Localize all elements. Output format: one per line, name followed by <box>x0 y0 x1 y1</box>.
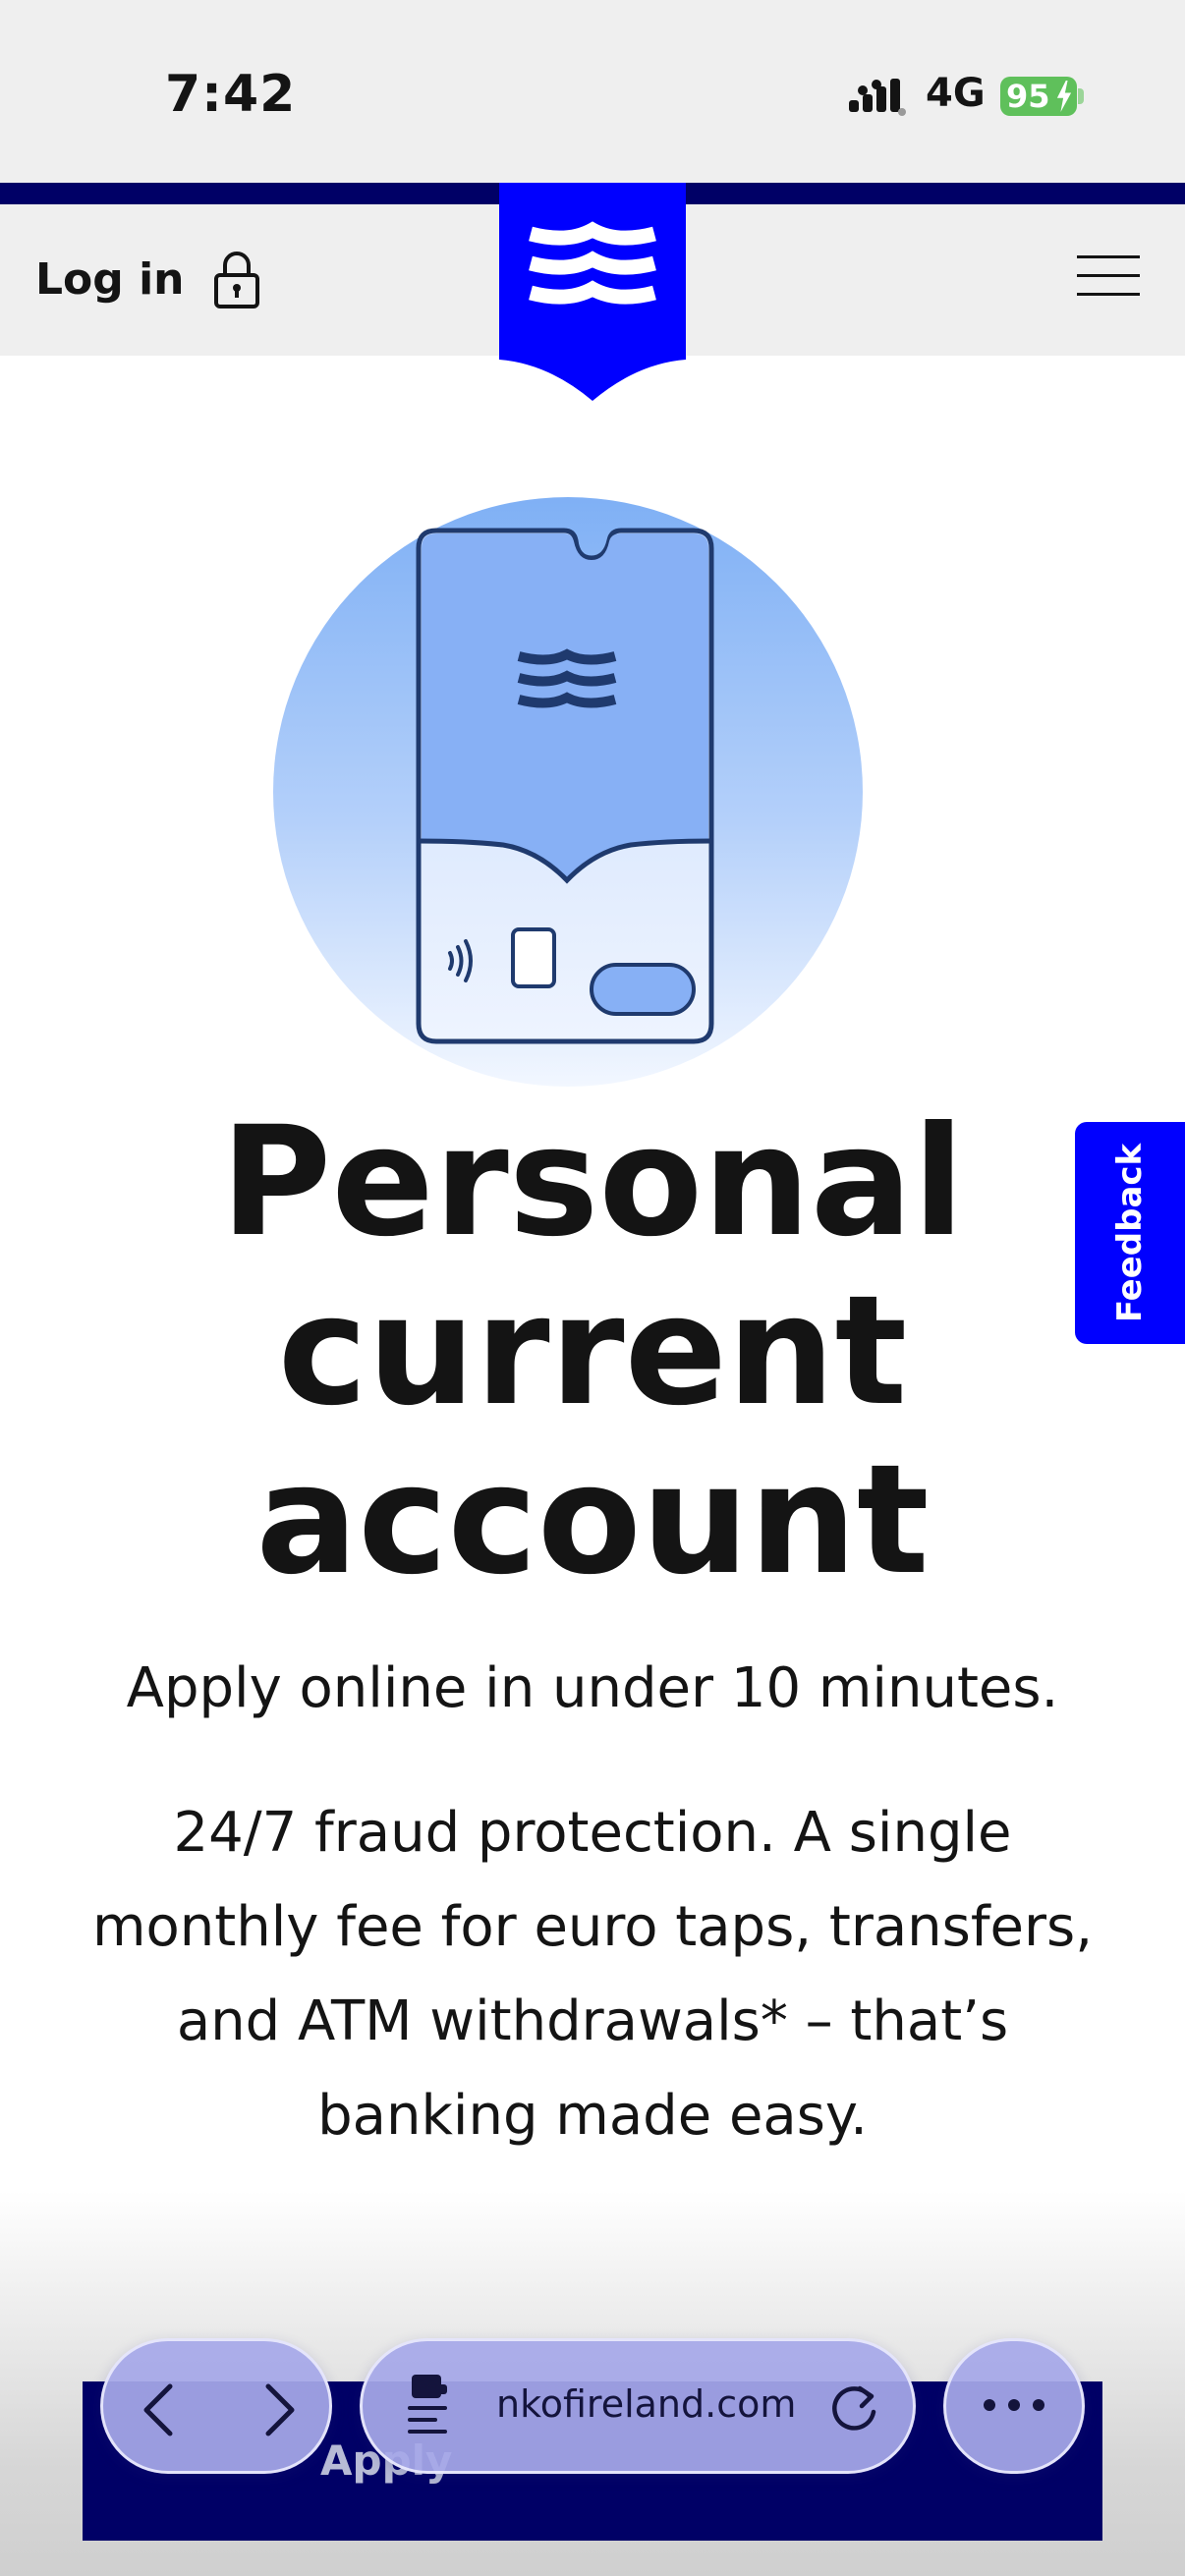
hero-body-text: 24/7 fraud protection. A single monthly … <box>69 1786 1116 2163</box>
more-dots-icon <box>984 2399 1044 2411</box>
tab-overview-icon[interactable] <box>402 2373 457 2441</box>
debit-card-illustration <box>273 497 863 1087</box>
page-title-line: current <box>277 1263 908 1439</box>
lock-icon <box>213 252 259 308</box>
url-text: nkofireland.com <box>496 2382 797 2426</box>
reload-icon[interactable] <box>830 2382 881 2434</box>
page-title: Personal current account <box>0 1098 1185 1605</box>
chevron-left-icon[interactable] <box>139 2380 178 2439</box>
bank-shield-logo[interactable] <box>499 183 686 401</box>
hamburger-menu-icon[interactable] <box>1077 253 1140 299</box>
body-text-line: 24/7 fraud protection. A single <box>173 1801 1012 1865</box>
more-options-button[interactable] <box>943 2338 1085 2474</box>
body-text-line: banking made easy. <box>317 2084 868 2148</box>
login-label: Log in <box>35 253 185 305</box>
network-type: 4G <box>926 71 986 116</box>
login-button[interactable]: Log in <box>35 250 261 308</box>
status-time: 7:42 <box>165 65 297 124</box>
page-title-line: Personal <box>220 1094 965 1270</box>
browser-nav-controls <box>100 2338 332 2474</box>
feedback-tab[interactable]: Feedback <box>1075 1122 1185 1344</box>
status-bar: 7:42 4G 95 <box>0 0 1185 183</box>
cellular-signal-icon <box>849 79 906 116</box>
charging-bolt-icon <box>1056 81 1072 112</box>
battery-tip <box>1078 88 1084 104</box>
feedback-label: Feedback <box>1110 1143 1150 1323</box>
battery-indicator: 95 <box>1000 77 1077 116</box>
address-bar[interactable]: nkofireland.com <box>360 2338 916 2474</box>
battery-level: 95 <box>1006 78 1050 115</box>
body-text-line: monthly fee for euro taps, transfers, <box>91 1895 1093 1959</box>
hero-lead-text: Apply online in under 10 minutes. <box>126 1656 1059 1720</box>
page-title-line: account <box>255 1432 930 1608</box>
chevron-right-icon[interactable] <box>260 2380 300 2439</box>
body-text-line: and ATM withdrawals* – that’s <box>176 1989 1009 2053</box>
